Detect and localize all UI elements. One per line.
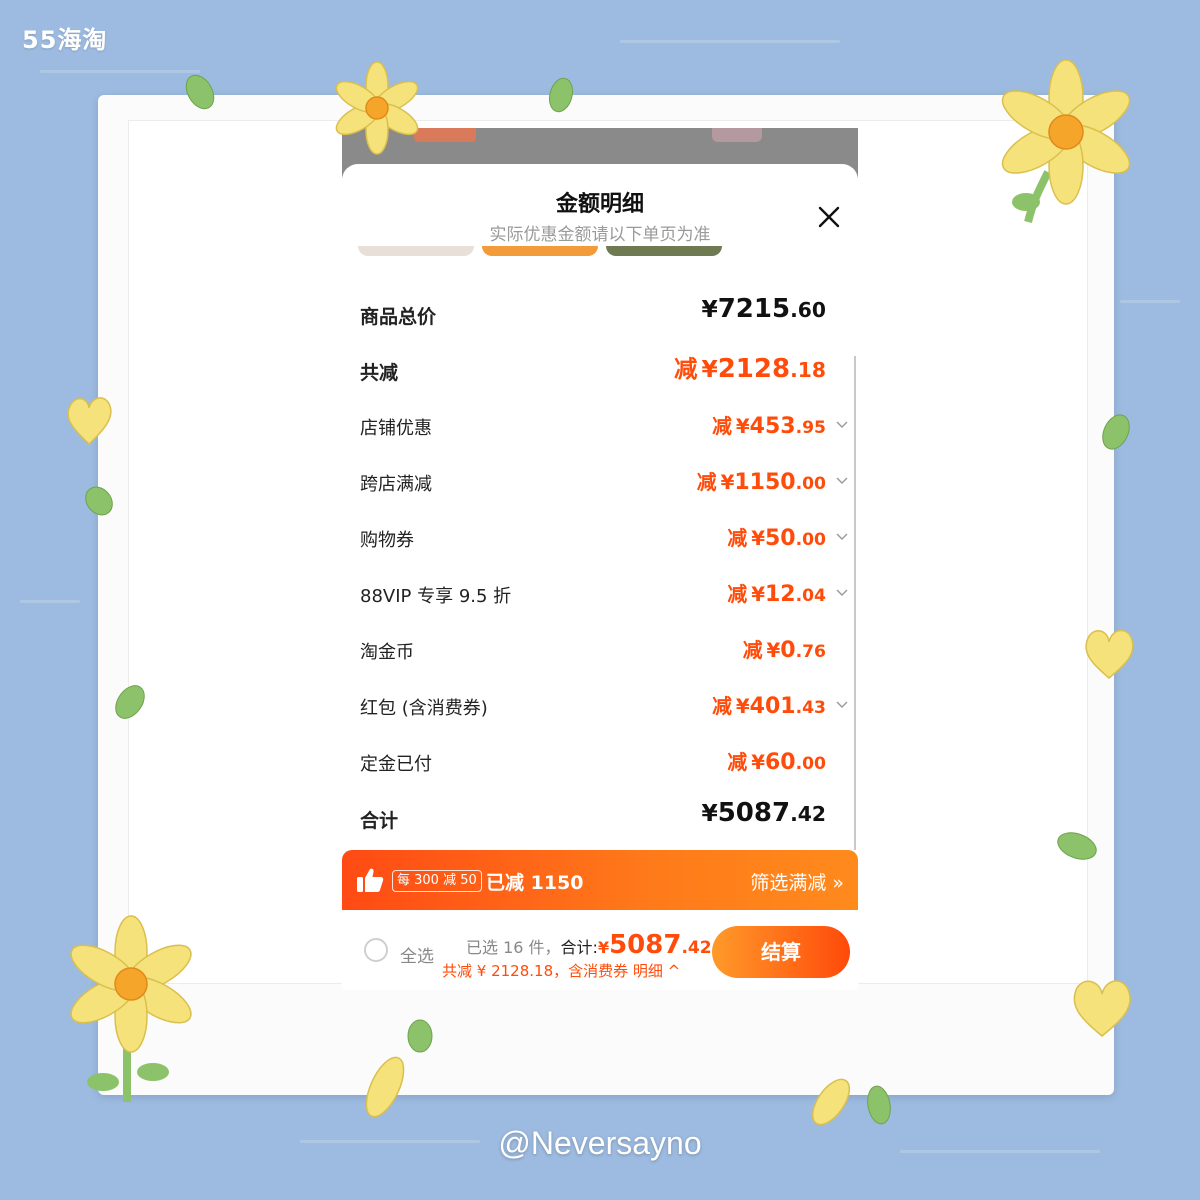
total-label: 合计: xyxy=(560,938,598,957)
amount-row[interactable]: 88VIP 专享 9.5 折 减 ¥12.04 xyxy=(342,574,858,614)
select-all-label[interactable]: 全选 xyxy=(400,942,434,967)
amount-row: 共减 减 ¥2128.18 xyxy=(342,350,858,390)
amount-row: 合计 ¥5087.42 xyxy=(342,798,858,838)
thumbs-up-icon xyxy=(357,868,384,892)
promo-tag: 每 300 减 50 xyxy=(392,870,482,892)
filter-full-discount-link[interactable]: 筛选满减 » xyxy=(750,868,844,895)
amount-row-label: 跨店满减 xyxy=(360,474,432,495)
amount-row-value: ¥7215.60 xyxy=(701,294,826,324)
amount-row-value: 减 ¥401.43 xyxy=(712,694,826,719)
amount-row: 淘金币 减 ¥0.76 xyxy=(342,630,858,670)
amount-row-value: 减 ¥1150.00 xyxy=(696,470,826,495)
sheet-title: 金额明细 xyxy=(555,192,644,217)
leaf-sticker xyxy=(115,685,145,719)
promo-text: 已减 1150 xyxy=(486,872,584,894)
total-amount: ¥5087.42 xyxy=(597,930,712,960)
amount-row[interactable]: 跨店满减 减 ¥1150.00 xyxy=(342,462,858,502)
amount-row[interactable]: 红包 (含消费券) 减 ¥401.43 xyxy=(342,686,858,726)
heart-sticker xyxy=(67,397,112,446)
heart-sticker xyxy=(1085,629,1134,679)
amount-row-label: 店铺优惠 xyxy=(360,418,432,439)
app-screenshot: 金额明细 实际优惠金额请以下单页为准 商品总价 ¥7215.60 共减 减 ¥2128.… xyxy=(342,128,858,990)
discount-detail-link[interactable]: 共减 ¥ 2128.18，含消费券 明细 ^ xyxy=(442,960,680,981)
leaf-sticker xyxy=(185,74,215,110)
product-thumbnail[interactable] xyxy=(358,246,474,256)
watermark-55haitao: 55海淘 xyxy=(22,26,108,54)
chevron-down-icon[interactable] xyxy=(836,474,848,486)
amount-row-label: 淘金币 xyxy=(360,642,414,663)
amount-row: 定金已付 减 ¥60.00 xyxy=(342,742,858,782)
selected-count: 已选 16 件， xyxy=(466,938,561,957)
chevron-down-icon[interactable] xyxy=(836,418,848,430)
flower-sticker-top-right xyxy=(1001,59,1131,223)
flower-sticker-bottom-left xyxy=(70,915,192,1102)
amount-row-value: 减 ¥50.00 xyxy=(727,526,826,551)
amount-row-value: 减 ¥60.00 xyxy=(727,750,826,775)
checkout-button[interactable]: 结算 xyxy=(712,926,850,978)
amount-row-value: 减 ¥0.76 xyxy=(742,638,826,663)
amount-row-label: 红包 (含消费券) xyxy=(360,698,488,719)
watermark-author: @Neversayno xyxy=(498,1125,702,1161)
petal-sticker xyxy=(811,1078,851,1126)
amount-row-label: 88VIP 专享 9.5 折 xyxy=(360,586,512,607)
heart-sticker xyxy=(1073,980,1131,1037)
chevron-down-icon[interactable] xyxy=(836,586,848,598)
amount-row-label: 合计 xyxy=(360,810,399,832)
leaf-sticker xyxy=(85,486,113,516)
leaf-sticker xyxy=(867,1085,891,1125)
amount-row-value: 减 ¥453.95 xyxy=(712,414,826,439)
leaf-sticker xyxy=(1057,832,1097,860)
scrollbar[interactable] xyxy=(854,356,856,850)
amount-row-label: 商品总价 xyxy=(360,306,437,328)
amount-row-value: 减 ¥12.04 xyxy=(727,582,826,607)
sheet-subtitle: 实际优惠金额请以下单页为准 xyxy=(489,225,711,245)
amount-row[interactable]: 店铺优惠 减 ¥453.95 xyxy=(342,406,858,446)
flower-sticker-top xyxy=(335,61,419,155)
amount-row-label: 共减 xyxy=(360,362,399,384)
promo-bar[interactable]: 每 300 减 50 已减 1150 筛选满减 » xyxy=(342,850,858,910)
product-thumbnail[interactable] xyxy=(606,246,722,256)
amount-row-label: 购物券 xyxy=(360,530,414,551)
product-thumbnail[interactable] xyxy=(482,246,598,256)
amount-row: 商品总价 ¥7215.60 xyxy=(342,294,858,334)
amount-row-value: ¥5087.42 xyxy=(701,798,826,828)
leaf-sticker xyxy=(548,77,574,113)
amount-row-label: 定金已付 xyxy=(360,754,432,775)
leaf-sticker xyxy=(1102,414,1130,450)
checkout-bar: 全选 已选 16 件，合计:¥5087.42 共减 ¥ 2128.18，含消费券… xyxy=(342,910,858,990)
amount-detail-sheet: 金额明细 实际优惠金额请以下单页为准 商品总价 ¥7215.60 共减 减 ¥2128.… xyxy=(342,164,858,854)
selected-summary: 已选 16 件，合计:¥5087.42 xyxy=(466,930,712,960)
close-icon[interactable] xyxy=(816,204,842,230)
amount-row-value: 减 ¥2128.18 xyxy=(674,354,826,384)
amount-row[interactable]: 购物券 减 ¥50.00 xyxy=(342,518,858,558)
chevron-down-icon[interactable] xyxy=(836,698,848,710)
chevron-down-icon[interactable] xyxy=(836,530,848,542)
select-all-radio[interactable] xyxy=(364,938,388,962)
petal-sticker xyxy=(365,1056,405,1118)
